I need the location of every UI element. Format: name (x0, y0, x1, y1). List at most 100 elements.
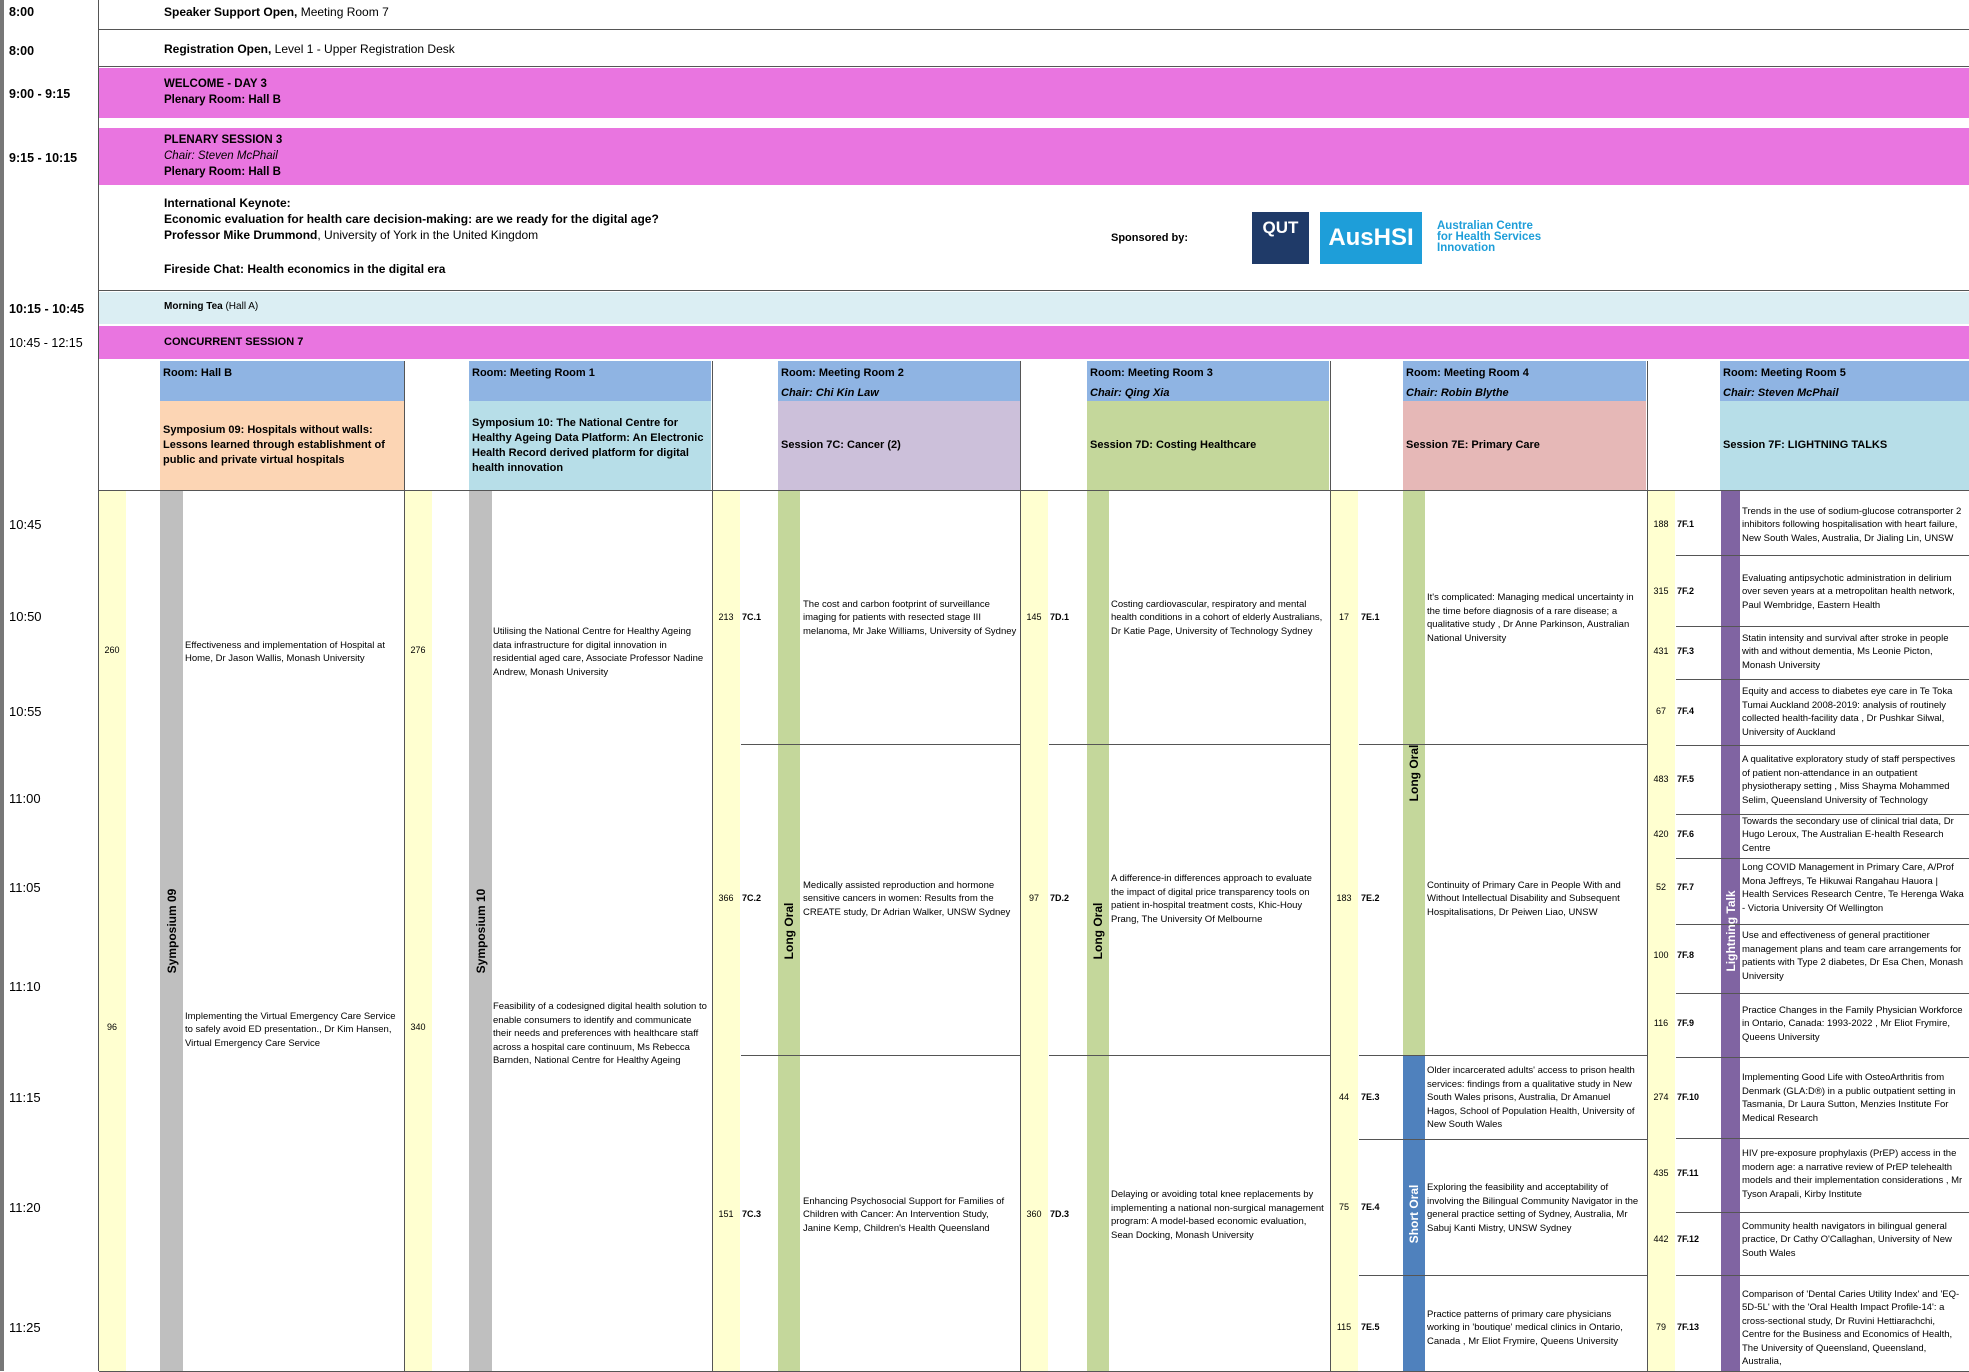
concurrent-band: CONCURRENT SESSION 7 (99, 326, 1969, 359)
room-header: Room: Meeting Room 4 Chair: Robin Blythe (1403, 361, 1646, 401)
plenary-title: PLENARY SESSION 3 (164, 134, 283, 146)
row-divider (99, 29, 1969, 30)
grid-time-label: 11:15 (9, 1090, 41, 1105)
session-title-text: Session 7F: LIGHTNING TALKS (1723, 439, 1888, 451)
row-divider (1676, 679, 1969, 680)
abstract-code: 7D.3 (1050, 1209, 1070, 1219)
tea-title: Morning Tea (164, 301, 223, 312)
session-title-text: Session 7E: Primary Care (1406, 439, 1540, 451)
time-plenary: 9:15 - 10:15 (9, 151, 78, 165)
keynote-affiliation: , University of York in the United Kingd… (317, 228, 539, 242)
row-divider (1676, 555, 1969, 556)
abstract-number: 75 (1338, 1202, 1349, 1212)
abstract-code: 7F.7 (1677, 882, 1695, 892)
abstract-number: 360 (1026, 1209, 1042, 1219)
registration-location: Level 1 - Upper Registration Desk (271, 42, 455, 56)
tea-band: Morning Tea (Hall A) (99, 292, 1969, 324)
abstract-text: HIV pre-exposure prophylaxis (PrEP) acce… (1742, 1148, 1963, 1200)
time-welcome: 9:00 - 9:15 (9, 87, 71, 101)
fireside-chat: Fireside Chat: Health economics in the d… (164, 262, 446, 276)
session-title: Symposium 09: Hospitals without walls: L… (160, 401, 405, 490)
grid-time-label: 10:50 (9, 609, 42, 624)
abstract-text: Costing cardiovascular, respiratory and … (1111, 598, 1323, 637)
abstract-code: 7C.1 (742, 612, 762, 622)
abstract-number: 79 (1655, 1322, 1666, 1332)
row-divider (99, 290, 1969, 291)
session-title: Session 7C: Cancer (2) (778, 401, 1020, 490)
abstract-number: 366 (718, 893, 734, 903)
time-registration: 8:00 (9, 44, 35, 58)
abstract-number: 17 (1338, 612, 1349, 622)
session-title: Session 7E: Primary Care (1403, 401, 1646, 490)
abstract-text: Towards the secondary use of clinical tr… (1742, 815, 1954, 854)
qut-logo-text: QUT (1262, 218, 1299, 237)
room-name: Room: Meeting Room 1 (472, 367, 595, 379)
registration-row: Registration Open, Level 1 - Upper Regis… (164, 41, 455, 57)
row-divider (1676, 814, 1969, 815)
aushsi-logo-text: AusHSI (1328, 224, 1414, 251)
abstract-code: 7E.2 (1361, 893, 1380, 903)
abstract-number: 274 (1653, 1092, 1669, 1102)
session-7e-long-oral-bar-label: Long Oral (1407, 744, 1421, 802)
session-7c-long-oral-bar-label: Long Oral (782, 902, 796, 960)
session-7c-long-oral-bar: Long Oral (778, 491, 800, 1371)
room-header: Room: Meeting Room 3 Chair: Qing Xia (1087, 361, 1329, 401)
abstract-code: 7D.1 (1050, 612, 1070, 622)
abstract-number: 67 (1655, 706, 1666, 716)
abstract-code: 7F.2 (1677, 586, 1695, 596)
session-7d-long-oral-bar-label: Long Oral (1091, 902, 1105, 960)
abstract-code: 7F.10 (1677, 1092, 1700, 1102)
room-chair: Chair: Robin Blythe (1406, 387, 1509, 399)
grid-time-label: 11:20 (9, 1200, 41, 1215)
abstract-code: 7F.5 (1677, 774, 1695, 784)
speaker-support-row: Speaker Support Open, Meeting Room 7 (164, 4, 389, 20)
abstract-number: 442 (1653, 1234, 1669, 1244)
row-divider (1676, 993, 1969, 994)
grid-time-label: 11:10 (9, 979, 41, 994)
session-7f-lightning-bar: Lightning Talk (1721, 491, 1740, 1371)
session-7f-lightning-bar-label: Lightning Talk (1723, 890, 1738, 972)
abstract-number: 435 (1653, 1168, 1669, 1178)
abstract-text: Long COVID Management in Primary Care, A… (1742, 862, 1964, 914)
row-divider (1359, 744, 1647, 745)
welcome-band: WELCOME - DAY 3 Plenary Room: Hall B (99, 68, 1969, 118)
number-column (1021, 491, 1048, 1371)
left-border (0, 0, 4, 1371)
room-chair: Chair: Chi Kin Law (781, 387, 879, 399)
keynote-speaker: Professor Mike Drummond (164, 228, 318, 242)
session-title: Session 7F: LIGHTNING TALKS (1720, 401, 1969, 490)
plenary-chair: Chair: Steven McPhail (164, 150, 278, 162)
row-divider (1676, 1275, 1969, 1276)
session-title-text: Symposium 09: Hospitals without walls: L… (163, 424, 385, 466)
abstract-number: 97 (1028, 893, 1039, 903)
abstract-text: Implementing Good Life with OsteoArthrit… (1742, 1072, 1956, 1124)
room-chair: Chair: Qing Xia (1090, 387, 1170, 399)
row-divider (1359, 1055, 1647, 1056)
abstract-text: Statin intensity and survival after stro… (1742, 632, 1949, 671)
abstract-text: Feasibility of a codesigned digital heal… (493, 1001, 707, 1066)
row-divider (1359, 1275, 1647, 1276)
abstract-text: Practice Changes in the Family Physician… (1742, 1004, 1963, 1043)
grid-time-label: 10:55 (9, 704, 42, 719)
session-title: Symposium 10: The National Centre for He… (469, 401, 711, 490)
welcome-room: Plenary Room: Hall B (164, 94, 281, 106)
number-column (99, 491, 126, 1371)
abstract-code: 7D.2 (1050, 893, 1070, 903)
symposium-09-bar-label: Symposium 09 (164, 888, 179, 974)
tea-location: (Hall A) (222, 301, 259, 312)
session-title: Session 7D: Costing Healthcare (1087, 401, 1329, 490)
abstract-code: 7F.12 (1677, 1234, 1700, 1244)
number-column (405, 491, 432, 1371)
session-title-text: Symposium 10: The National Centre for He… (472, 416, 704, 474)
row-divider (1676, 858, 1969, 859)
plenary-band: PLENARY SESSION 3 Chair: Steven McPhail … (99, 128, 1969, 185)
abstract-text: A difference-in differences approach to … (1111, 873, 1312, 925)
abstract-code: 7E.3 (1361, 1092, 1380, 1102)
row-divider (1049, 744, 1330, 745)
row-divider (1676, 1212, 1969, 1213)
abstract-text: Evaluating antipsychotic administration … (1742, 572, 1955, 611)
aushsi-logo: AusHSI (1320, 212, 1422, 264)
room-name: Room: Meeting Room 4 (1406, 367, 1529, 379)
keynote-title: Economic evaluation for health care deci… (164, 212, 659, 226)
row-divider (1049, 1055, 1330, 1056)
